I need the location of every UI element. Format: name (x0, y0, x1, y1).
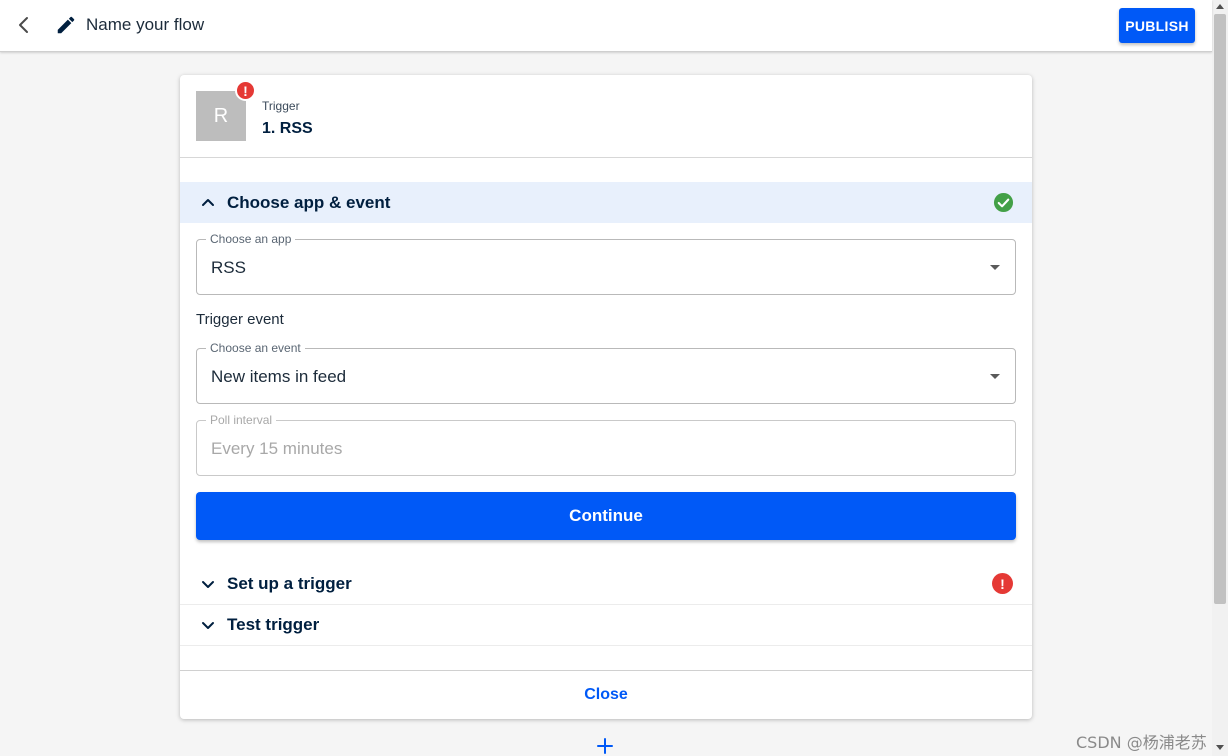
section-test-trigger[interactable]: Test trigger (180, 605, 1032, 645)
section-divider (180, 645, 1032, 646)
choose-app-select[interactable]: Choose an app RSS (196, 232, 1016, 295)
dropdown-arrow-icon (990, 374, 1000, 379)
watermark-text: CSDN @杨浦老苏 (1076, 733, 1207, 752)
field-value: Every 15 minutes (211, 439, 343, 458)
page-scrollbar[interactable] (1212, 0, 1228, 756)
step-header[interactable]: R ! Trigger 1. RSS (180, 75, 1032, 158)
section-title: Test trigger (227, 615, 320, 634)
publish-button[interactable]: PUBLISH (1119, 8, 1195, 43)
chevron-down-icon (202, 622, 214, 629)
field-value: New items in feed (211, 367, 347, 386)
scroll-up-icon[interactable] (1216, 4, 1224, 9)
dropdown-arrow-icon (990, 265, 1000, 270)
chevron-up-icon (202, 199, 214, 206)
field-label: Choose an app (206, 232, 296, 246)
section-choose-app-event[interactable]: Choose app & event (180, 182, 1032, 223)
trigger-event-heading: Trigger event (196, 311, 284, 328)
close-button[interactable]: Close (180, 686, 1032, 704)
continue-button[interactable]: Continue (196, 492, 1016, 540)
scroll-down-icon[interactable] (1216, 745, 1224, 750)
chevron-down-icon (202, 581, 214, 588)
error-icon: ! (235, 80, 256, 101)
error-icon: ! (992, 573, 1013, 594)
field-label: Poll interval (206, 413, 277, 427)
card-footer: Close (180, 670, 1032, 719)
pencil-icon[interactable] (55, 14, 77, 36)
scrollbar-thumb[interactable] (1214, 14, 1226, 604)
poll-interval-field: Poll interval Every 15 minutes (196, 413, 1016, 476)
field-label: Choose an event (206, 341, 305, 355)
section-title: Choose app & event (227, 193, 391, 212)
section-title: Set up a trigger (227, 574, 352, 593)
step-title: 1. RSS (262, 120, 313, 137)
section-set-up-trigger[interactable]: Set up a trigger ! (180, 564, 1032, 604)
choose-event-select[interactable]: Choose an event New items in feed (196, 341, 1016, 404)
top-bar: Name your flow PUBLISH (0, 0, 1212, 52)
back-arrow-icon[interactable] (12, 13, 36, 37)
flow-name-field[interactable]: Name your flow (86, 15, 204, 35)
field-value: RSS (211, 258, 246, 277)
check-circle-icon (993, 192, 1014, 213)
plus-icon[interactable] (597, 738, 613, 754)
step-type-label: Trigger (262, 99, 300, 113)
trigger-step-card: R ! Trigger 1. RSS Choose app & event Ch… (180, 75, 1032, 719)
